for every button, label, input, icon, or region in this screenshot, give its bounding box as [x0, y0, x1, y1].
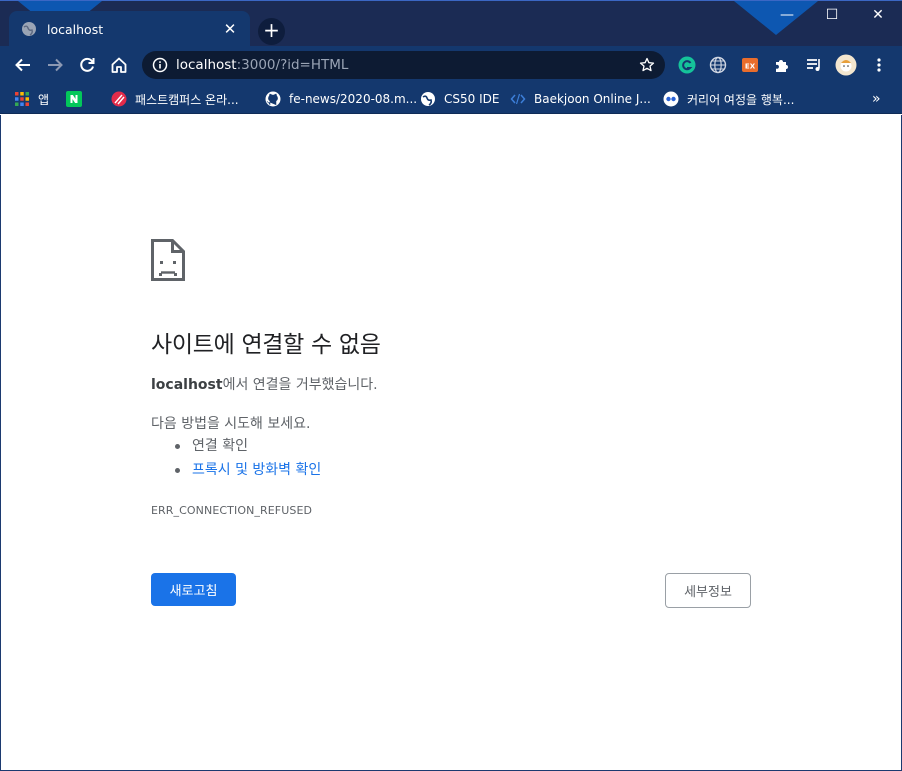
code-icon: [510, 91, 526, 107]
career-icon: [663, 91, 679, 107]
error-page: 사이트에 연결할 수 없음 localhost에서 연결을 거부했습니다. 다음…: [1, 115, 901, 770]
bookmark-label: 앱: [38, 92, 50, 107]
home-button[interactable]: [107, 53, 131, 77]
new-tab-button[interactable]: +: [258, 18, 285, 45]
arrow-left-icon: [15, 58, 30, 72]
reload-button[interactable]: 새로고침: [151, 573, 236, 606]
apps-grid-icon: [14, 91, 30, 107]
bookmarks-bar: 앱 패스트캠퍼스 온라... fe-news/2020-08.m... CS50…: [0, 84, 902, 114]
bookmark-career[interactable]: 커리어 여정을 행복...: [663, 90, 794, 108]
browser-toolbar: localhost:3000/?id=HTML EX: [0, 46, 902, 84]
bookmark-cs50[interactable]: CS50 IDE: [420, 90, 499, 108]
arrow-right-icon: [48, 58, 63, 72]
puzzle-icon[interactable]: [771, 54, 793, 76]
bookmark-fastcampus[interactable]: 패스트캠퍼스 온라...: [111, 90, 239, 108]
reload-icon: [80, 57, 95, 72]
naver-icon: [66, 91, 82, 107]
playlist-icon[interactable]: [803, 54, 825, 76]
more-bookmarks-button[interactable]: »: [872, 90, 881, 108]
grammarly-icon[interactable]: [676, 54, 698, 76]
url-host: localhost: [176, 57, 237, 73]
error-title: 사이트에 연결할 수 없음: [151, 332, 381, 358]
fastcampus-icon: [111, 91, 127, 107]
bookmark-label: CS50 IDE: [444, 92, 500, 106]
globe-icon[interactable]: [707, 54, 729, 76]
github-icon: [265, 91, 281, 107]
profile-avatar[interactable]: [835, 54, 857, 76]
star-icon[interactable]: [639, 57, 655, 73]
address-bar[interactable]: localhost:3000/?id=HTML: [142, 51, 665, 79]
info-icon[interactable]: [152, 57, 168, 73]
bookmark-baekjoon[interactable]: Baekjoon Online J...: [510, 90, 651, 108]
details-button[interactable]: 세부정보: [665, 573, 751, 608]
forward-button[interactable]: [43, 53, 67, 77]
reload-toolbar-button[interactable]: [75, 53, 99, 77]
sad-page-icon: [151, 239, 185, 285]
globe-icon: [21, 21, 37, 37]
error-message: localhost에서 연결을 거부했습니다.: [151, 374, 378, 394]
window-close-button[interactable]: ✕: [865, 5, 891, 25]
url-path: :3000/?id=HTML: [236, 57, 349, 73]
bookmark-label: fe-news/2020-08.m...: [289, 92, 418, 106]
plus-icon: +: [263, 18, 280, 42]
bookmark-naver[interactable]: [66, 90, 90, 108]
bookmark-label: 패스트캠퍼스 온라...: [135, 92, 239, 107]
suggestion-list: 연결 확인 프록시 및 방화벽 확인: [173, 437, 321, 485]
error-code: ERR_CONNECTION_REFUSED: [151, 504, 313, 517]
maximize-button[interactable]: ☐: [819, 5, 845, 25]
globe-icon: [420, 91, 436, 107]
ex-icon[interactable]: EX: [739, 54, 761, 76]
bookmark-apps[interactable]: 앱: [14, 90, 49, 108]
tab-title: localhost: [47, 21, 104, 37]
home-icon: [111, 57, 127, 73]
close-icon[interactable]: ✕: [222, 21, 238, 37]
error-host: localhost: [151, 377, 223, 393]
browser-title-bar: localhost ✕ + — ☐ ✕: [0, 0, 902, 47]
suggestions-heading: 다음 방법을 시도해 보세요.: [151, 416, 311, 432]
suggestion-check-proxy-link[interactable]: 프록시 및 방화벽 확인: [173, 461, 321, 485]
bookmark-label: Baekjoon Online J...: [534, 92, 651, 106]
error-message-text: 에서 연결을 거부했습니다.: [222, 377, 378, 393]
minimize-button[interactable]: —: [774, 5, 800, 25]
back-button[interactable]: [11, 53, 35, 77]
svg-text:EX: EX: [745, 63, 756, 71]
bookmark-label: 커리어 여정을 행복...: [687, 92, 795, 107]
browser-tab-active[interactable]: localhost ✕: [9, 11, 250, 47]
bookmark-fe-news[interactable]: fe-news/2020-08.m...: [265, 90, 417, 108]
suggestion-check-connection: 연결 확인: [173, 437, 321, 461]
menu-icon[interactable]: [868, 54, 890, 76]
